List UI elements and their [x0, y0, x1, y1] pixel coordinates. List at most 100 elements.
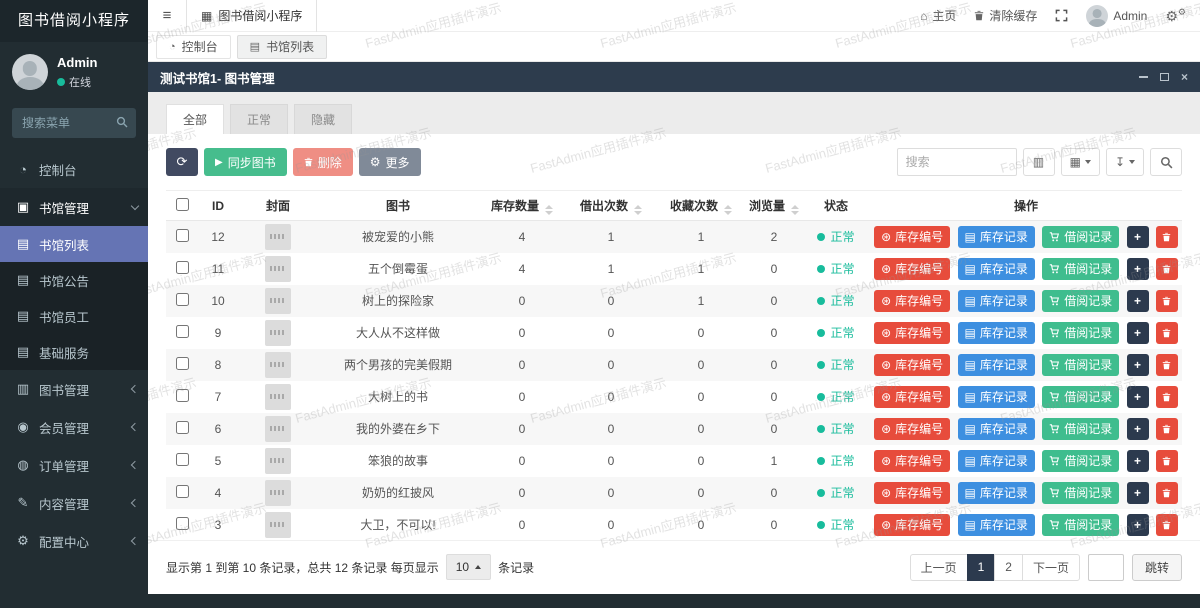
row-checkbox[interactable]	[176, 389, 189, 402]
delete-row-button[interactable]	[1156, 386, 1178, 408]
stock-number-button[interactable]: ⊛库存编号	[874, 450, 950, 472]
page-1-button[interactable]: 1	[967, 554, 996, 581]
col-borrow[interactable]: 借出次数	[566, 191, 656, 221]
borrow-record-button[interactable]: 借阅记录	[1042, 322, 1119, 344]
book-cover-thumbnail[interactable]	[265, 480, 291, 506]
delete-row-button[interactable]	[1156, 226, 1178, 248]
borrow-record-button[interactable]: 借阅记录	[1042, 386, 1119, 408]
col-favorite[interactable]: 收藏次数	[656, 191, 746, 221]
stock-number-button[interactable]: ⊛库存编号	[874, 418, 950, 440]
stock-record-button[interactable]: ▤库存记录	[958, 226, 1035, 248]
sidebar-item-library-staff[interactable]: ▤ 书馆员工	[0, 298, 148, 334]
fullscreen-icon[interactable]	[1055, 9, 1068, 22]
stock-record-button[interactable]: ▤库存记录	[958, 418, 1035, 440]
sidebar-item-book-manage[interactable]: ▥ 图书管理	[0, 370, 148, 408]
toggle-view-button[interactable]: ▥	[1023, 148, 1055, 176]
sidebar-item-dashboard[interactable]: ◔ 控制台	[0, 150, 148, 188]
book-cover-thumbnail[interactable]	[265, 288, 291, 314]
tab-dashboard[interactable]: ◔ 控制台	[156, 35, 231, 59]
app-tab[interactable]: ▦ 图书借阅小程序	[186, 0, 317, 32]
sync-books-button[interactable]: ▶ 同步图书	[204, 148, 287, 176]
delete-row-button[interactable]	[1156, 290, 1178, 312]
stock-record-button[interactable]: ▤库存记录	[958, 386, 1035, 408]
stock-number-button[interactable]: ⊛库存编号	[874, 290, 950, 312]
more-button[interactable]: ⚙ 更多	[359, 148, 421, 176]
add-button[interactable]: +	[1127, 226, 1149, 248]
home-link[interactable]: ⌂ 主页	[920, 7, 956, 24]
row-checkbox[interactable]	[176, 357, 189, 370]
sidebar-item-library-manage[interactable]: ▣ 书馆管理	[0, 188, 148, 226]
filter-tab-all[interactable]: 全部	[166, 104, 224, 134]
book-cover-thumbnail[interactable]	[265, 320, 291, 346]
sidebar-item-order-manage[interactable]: ◍ 订单管理	[0, 446, 148, 484]
sidebar-item-member-manage[interactable]: ◉ 会员管理	[0, 408, 148, 446]
book-cover-thumbnail[interactable]	[265, 512, 291, 538]
hamburger-icon[interactable]: ≡	[148, 7, 186, 24]
sidebar-item-library-list[interactable]: ▤ 书馆列表	[0, 226, 148, 262]
book-cover-thumbnail[interactable]	[265, 224, 291, 250]
minimize-icon[interactable]	[1139, 76, 1148, 78]
stock-number-button[interactable]: ⊛库存编号	[874, 354, 950, 376]
add-button[interactable]: +	[1127, 354, 1149, 376]
book-cover-thumbnail[interactable]	[265, 352, 291, 378]
delete-row-button[interactable]	[1156, 514, 1178, 536]
stock-record-button[interactable]: ▤库存记录	[958, 322, 1035, 344]
delete-row-button[interactable]	[1156, 450, 1178, 472]
tab-library-list[interactable]: ▤ 书馆列表	[237, 35, 327, 59]
stock-number-button[interactable]: ⊛库存编号	[874, 258, 950, 280]
col-views[interactable]: 浏览量	[746, 191, 802, 221]
row-checkbox[interactable]	[176, 517, 189, 530]
borrow-record-button[interactable]: 借阅记录	[1042, 514, 1119, 536]
next-page-button[interactable]: 下一页	[1022, 554, 1080, 581]
page-jump-button[interactable]: 跳转	[1132, 554, 1182, 581]
add-button[interactable]: +	[1127, 322, 1149, 344]
clear-cache-link[interactable]: 清除缓存	[974, 7, 1037, 24]
filter-tab-hidden[interactable]: 隐藏	[294, 104, 352, 134]
borrow-record-button[interactable]: 借阅记录	[1042, 258, 1119, 280]
table-search-input[interactable]	[897, 148, 1017, 176]
col-stock[interactable]: 库存数量	[478, 191, 566, 221]
add-button[interactable]: +	[1127, 482, 1149, 504]
stock-number-button[interactable]: ⊛库存编号	[874, 386, 950, 408]
prev-page-button[interactable]: 上一页	[910, 554, 968, 581]
add-button[interactable]: +	[1127, 258, 1149, 280]
filter-tab-normal[interactable]: 正常	[230, 104, 288, 134]
delete-row-button[interactable]	[1156, 258, 1178, 280]
page-2-button[interactable]: 2	[994, 554, 1023, 581]
borrow-record-button[interactable]: 借阅记录	[1042, 354, 1119, 376]
delete-row-button[interactable]	[1156, 418, 1178, 440]
columns-button[interactable]: ▦	[1061, 148, 1100, 176]
borrow-record-button[interactable]: 借阅记录	[1042, 418, 1119, 440]
borrow-record-button[interactable]: 借阅记录	[1042, 290, 1119, 312]
add-button[interactable]: +	[1127, 514, 1149, 536]
refresh-button[interactable]: ⟳	[166, 148, 198, 176]
sidebar-item-content-manage[interactable]: ✎ 内容管理	[0, 484, 148, 522]
maximize-icon[interactable]	[1160, 73, 1169, 81]
search-button[interactable]	[1150, 148, 1182, 176]
row-checkbox[interactable]	[176, 421, 189, 434]
stock-number-button[interactable]: ⊛库存编号	[874, 322, 950, 344]
borrow-record-button[interactable]: 借阅记录	[1042, 226, 1119, 248]
stock-number-button[interactable]: ⊛库存编号	[874, 226, 950, 248]
navbar-user[interactable]: Admin	[1086, 5, 1147, 27]
page-jump-input[interactable]	[1088, 554, 1124, 581]
select-all-checkbox[interactable]	[176, 198, 189, 211]
row-checkbox[interactable]	[176, 325, 189, 338]
sidebar-item-basic-service[interactable]: ▤ 基础服务	[0, 334, 148, 370]
sidebar-item-library-notice[interactable]: ▤ 书馆公告	[0, 262, 148, 298]
row-checkbox[interactable]	[176, 261, 189, 274]
stock-record-button[interactable]: ▤库存记录	[958, 482, 1035, 504]
stock-record-button[interactable]: ▤库存记录	[958, 514, 1035, 536]
add-button[interactable]: +	[1127, 290, 1149, 312]
close-icon[interactable]: ×	[1181, 71, 1188, 83]
stock-record-button[interactable]: ▤库存记录	[958, 258, 1035, 280]
add-button[interactable]: +	[1127, 418, 1149, 440]
add-button[interactable]: +	[1127, 450, 1149, 472]
per-page-select[interactable]: 10	[446, 554, 491, 580]
delete-row-button[interactable]	[1156, 322, 1178, 344]
stock-record-button[interactable]: ▤库存记录	[958, 354, 1035, 376]
borrow-record-button[interactable]: 借阅记录	[1042, 450, 1119, 472]
stock-number-button[interactable]: ⊛库存编号	[874, 514, 950, 536]
export-button[interactable]: ↧	[1106, 148, 1144, 176]
row-checkbox[interactable]	[176, 293, 189, 306]
